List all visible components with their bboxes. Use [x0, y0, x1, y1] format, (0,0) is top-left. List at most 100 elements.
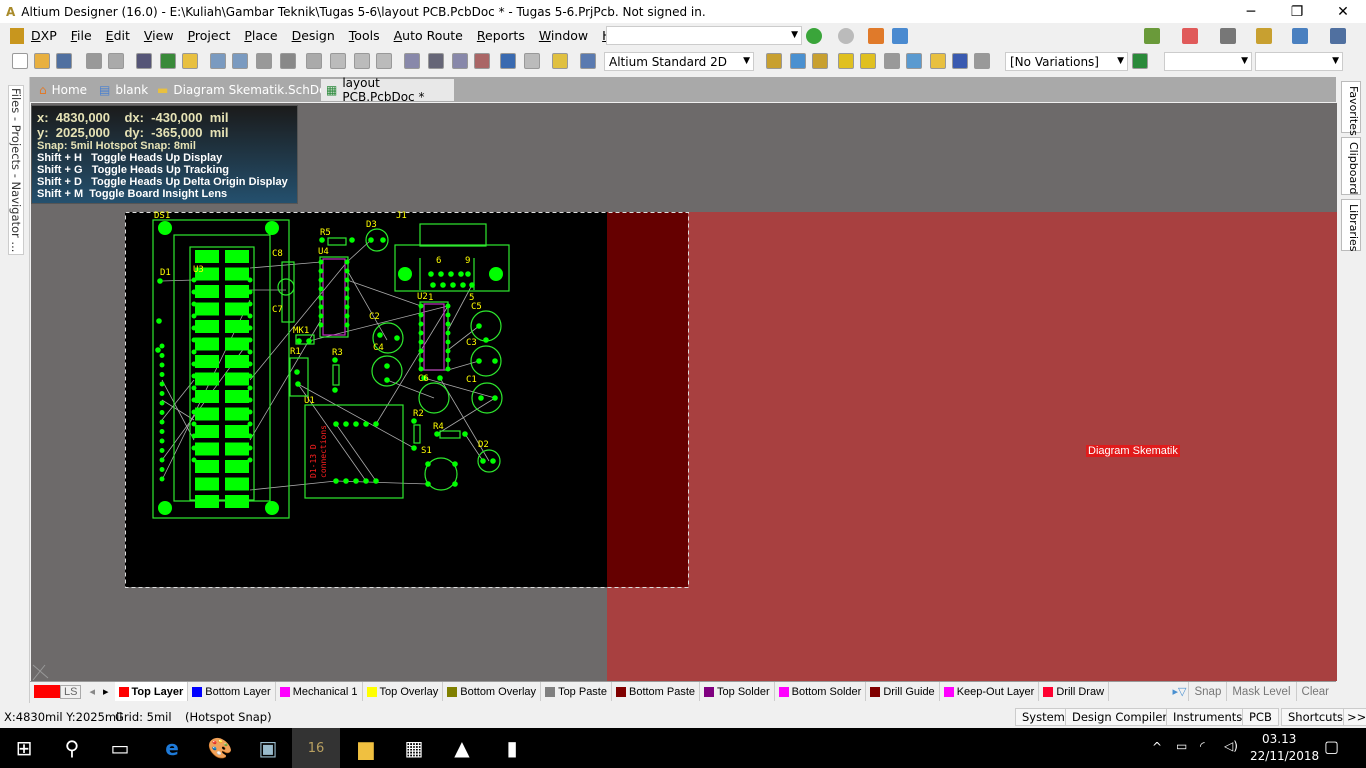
string-icon[interactable] — [952, 53, 968, 69]
variations-combo[interactable]: [No Variations] ▼ — [1005, 52, 1128, 71]
tab-blank[interactable]: ▤ blank — [94, 79, 153, 101]
layer-tab[interactable]: Keep-Out Layer — [940, 682, 1040, 701]
filter-combo[interactable]: ▼ — [1164, 52, 1252, 71]
room-icon[interactable] — [1292, 28, 1308, 44]
zoom-area-icon[interactable] — [232, 53, 248, 69]
menu-project[interactable]: Project — [181, 28, 238, 43]
sheet-icon[interactable] — [182, 53, 198, 69]
clipboard-tab[interactable]: Clipboard — [1341, 137, 1361, 195]
grid-icon[interactable] — [1330, 28, 1346, 44]
measure-icon[interactable] — [1144, 28, 1160, 44]
copy-icon[interactable] — [330, 53, 346, 69]
ruler-icon[interactable] — [1256, 28, 1272, 44]
multi-route-icon[interactable] — [812, 53, 828, 69]
file-explorer-icon[interactable]: ▆ — [342, 728, 390, 768]
layer-tab[interactable]: Top Paste — [541, 682, 612, 701]
menu-reports[interactable]: Reports — [470, 28, 532, 43]
zoom-filter-icon[interactable] — [280, 53, 296, 69]
3d-icon[interactable] — [136, 53, 152, 69]
zoom-selected-icon[interactable] — [256, 53, 272, 69]
close-button[interactable]: ✕ — [1320, 0, 1366, 23]
layer-tab[interactable]: Bottom Layer — [188, 682, 276, 701]
clear-filter-icon[interactable] — [474, 53, 490, 69]
menu-dxp[interactable]: DXP — [24, 28, 64, 43]
tab-layout-pcb[interactable]: ▦ layout PCB.PcbDoc * — [321, 76, 454, 104]
new-icon[interactable] — [12, 53, 28, 69]
resource-monitor-icon[interactable]: ▣ — [244, 728, 292, 768]
refresh-icon[interactable] — [892, 28, 908, 44]
calculator-icon[interactable]: ▦ — [390, 728, 438, 768]
print-preview-icon[interactable] — [108, 53, 124, 69]
menu-file[interactable]: File — [64, 28, 99, 43]
diff-pair-icon[interactable] — [790, 53, 806, 69]
libraries-tab[interactable]: Libraries — [1341, 199, 1361, 252]
scroll-left-icon[interactable]: ◂ — [89, 685, 95, 698]
open-icon[interactable] — [34, 53, 50, 69]
back-icon[interactable] — [806, 28, 822, 44]
files-projects-navigator-tab[interactable]: Files - Projects - Navigator ... — [8, 85, 24, 256]
layer-tab[interactable]: Drill Draw — [1039, 682, 1110, 701]
room-area[interactable] — [607, 212, 1337, 681]
layer-tab[interactable]: Top Layer — [114, 682, 189, 701]
rubber-stamp-icon[interactable] — [376, 53, 392, 69]
layer-tab[interactable]: Bottom Solder — [775, 682, 867, 701]
cut-icon[interactable] — [306, 53, 322, 69]
move-icon[interactable] — [428, 53, 444, 69]
interactive-route-icon[interactable] — [552, 53, 568, 69]
arc-icon[interactable] — [884, 53, 900, 69]
layer-set-button[interactable]: LS — [60, 684, 82, 699]
notifications-icon[interactable]: ▢ — [1324, 737, 1339, 756]
find-icon[interactable] — [1220, 28, 1236, 44]
paste-icon[interactable] — [354, 53, 370, 69]
component-icon[interactable] — [974, 53, 990, 69]
zoom-fit-icon[interactable] — [210, 53, 226, 69]
redo-icon[interactable] — [524, 53, 540, 69]
more-panels-button[interactable]: >> — [1343, 708, 1366, 726]
design-compiler-panel-button[interactable]: Design Compiler — [1065, 708, 1175, 726]
clear-button[interactable]: Clear — [1295, 682, 1334, 701]
instruments-panel-button[interactable]: Instruments — [1166, 708, 1250, 726]
clock-time[interactable]: 03.13 — [1262, 732, 1296, 746]
photos-icon[interactable]: ▲ — [438, 728, 486, 768]
menu-tools[interactable]: Tools — [342, 28, 387, 43]
mask-level-button[interactable]: Mask Level — [1226, 682, 1295, 701]
polygon-icon[interactable] — [930, 53, 946, 69]
via-icon[interactable] — [860, 53, 876, 69]
menu-window[interactable]: Window — [532, 28, 595, 43]
menu-place[interactable]: Place — [237, 28, 284, 43]
restore-button[interactable]: ❐ — [1274, 0, 1320, 23]
pad-icon[interactable] — [838, 53, 854, 69]
select-area-icon[interactable] — [404, 53, 420, 69]
scroll-right-icon[interactable]: ▸ — [103, 685, 109, 698]
layer-tab[interactable]: Top Solder — [700, 682, 775, 701]
snap-button[interactable]: Snap — [1188, 682, 1226, 701]
browse-components-icon[interactable] — [580, 53, 596, 69]
volume-icon[interactable]: ◁) — [1224, 739, 1238, 753]
view-config-combo[interactable]: Altium Standard 2D ▼ — [604, 52, 754, 71]
forward-icon[interactable] — [838, 28, 854, 44]
tab-diagram-skematik[interactable]: ▬ Diagram Skematik.SchDoc * — [152, 79, 348, 101]
favorites-tab[interactable]: Favorites — [1341, 81, 1361, 136]
tab-home[interactable]: ⌂ Home — [34, 79, 92, 101]
menu-view[interactable]: View — [137, 28, 181, 43]
menu-auto-route[interactable]: Auto Route — [387, 28, 470, 43]
layer-tab[interactable]: Mechanical 1 — [276, 682, 363, 701]
menu-design[interactable]: Design — [285, 28, 342, 43]
task-view-icon[interactable]: ▭ — [96, 728, 144, 768]
variant-board-icon[interactable] — [1132, 53, 1148, 69]
menu-edit[interactable]: Edit — [99, 28, 137, 43]
edge-icon[interactable]: e — [148, 728, 196, 768]
route-icon[interactable] — [766, 53, 782, 69]
deselect-icon[interactable] — [452, 53, 468, 69]
show-hidden-icons[interactable]: ^ — [1152, 740, 1162, 754]
undo-icon[interactable] — [500, 53, 516, 69]
fill-icon[interactable] — [906, 53, 922, 69]
room-label[interactable]: Diagram Skematik — [1086, 445, 1180, 457]
windows-start-icon[interactable]: ⊞ — [0, 728, 48, 768]
align-icon[interactable] — [1182, 28, 1198, 44]
home-icon[interactable] — [868, 28, 884, 44]
altium-taskbar-icon[interactable]: 16 — [292, 728, 340, 768]
layer-tab[interactable]: Bottom Overlay — [443, 682, 542, 701]
minimize-button[interactable]: ─ — [1228, 0, 1274, 23]
system-panel-button[interactable]: System — [1015, 708, 1072, 726]
